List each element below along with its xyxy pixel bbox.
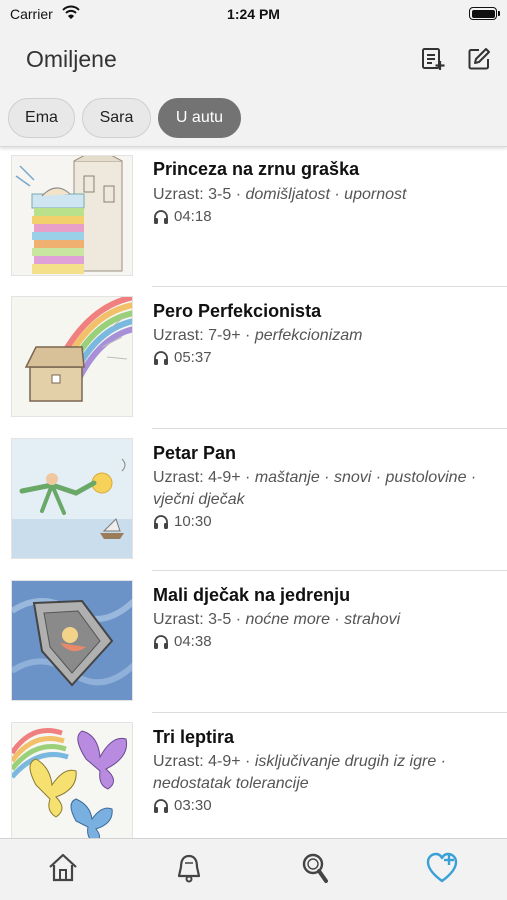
heart-icon[interactable] <box>425 851 459 885</box>
story-meta: Uzrast: 4-9+ · maštanje · snovi · pustol… <box>153 469 477 508</box>
headphones-icon <box>154 210 168 224</box>
story-tags: domišljatost · upornost <box>245 186 407 203</box>
story-meta: Uzrast: 3-5 · noćne more · strahovi <box>153 611 401 628</box>
story-thumbnail <box>11 155 133 276</box>
story-age: Uzrast: 4-9+ <box>153 753 241 770</box>
headphones-icon <box>154 635 168 649</box>
story-thumbnail <box>11 438 133 559</box>
edit-button[interactable] <box>466 46 492 72</box>
story-duration: 10:30 <box>153 513 212 530</box>
story-thumbnail <box>11 296 133 417</box>
clock: 1:24 PM <box>227 6 280 22</box>
chip-sara[interactable]: Sara <box>82 98 151 138</box>
story-title: Princeza na zrnu graška <box>153 159 360 179</box>
story-meta: Uzrast: 4-9+ · isključivanje drugih iz i… <box>153 753 446 792</box>
story-title: Pero Perfekcionista <box>153 301 322 321</box>
story-item[interactable]: Pero Perfekcionista Uzrast: 7-9+ · perfe… <box>0 287 507 429</box>
tab-bar <box>0 838 507 900</box>
story-duration: 05:37 <box>153 349 212 366</box>
profile-chips: Ema Sara U autu <box>0 91 507 147</box>
story-thumbnail <box>11 722 133 838</box>
story-duration: 04:38 <box>153 633 212 650</box>
story-item[interactable]: Tri leptira Uzrast: 4-9+ · isključivanje… <box>0 713 507 838</box>
story-item[interactable]: Mali dječak na jedrenju Uzrast: 3-5 · no… <box>0 571 507 713</box>
story-age: Uzrast: 4-9+ <box>153 469 241 486</box>
bell-icon[interactable] <box>172 851 206 885</box>
story-age: Uzrast: 7-9+ <box>153 327 241 344</box>
story-item[interactable]: Princeza na zrnu graška Uzrast: 3-5 · do… <box>0 148 507 287</box>
story-item[interactable]: Petar Pan Uzrast: 4-9+ · maštanje · snov… <box>0 429 507 571</box>
headphones-icon <box>154 799 168 813</box>
story-tags: noćne more · strahovi <box>245 611 401 628</box>
story-duration: 03:30 <box>153 797 212 814</box>
search-icon[interactable] <box>298 851 332 885</box>
story-duration-text: 03:30 <box>174 797 212 814</box>
story-meta: Uzrast: 7-9+ · perfekcionizam <box>153 327 363 344</box>
app-header: Omiljene <box>0 28 507 91</box>
headphones-icon <box>154 351 168 365</box>
battery-icon <box>469 7 500 20</box>
story-age: Uzrast: 3-5 <box>153 186 232 203</box>
headphones-icon <box>154 515 168 529</box>
story-title: Tri leptira <box>153 727 235 747</box>
story-duration-text: 04:38 <box>174 633 212 650</box>
story-title: Petar Pan <box>153 443 237 463</box>
story-title: Mali dječak na jedrenju <box>153 585 351 605</box>
chip-u-autu[interactable]: U autu <box>158 98 241 138</box>
story-meta: Uzrast: 3-5 · domišljatost · upornost <box>153 186 407 203</box>
story-duration-text: 05:37 <box>174 349 212 366</box>
story-duration-text: 10:30 <box>174 513 212 530</box>
page-title: Omiljene <box>26 46 117 72</box>
story-tags: perfekcionizam <box>254 327 363 344</box>
story-thumbnail <box>11 580 133 701</box>
chip-ema[interactable]: Ema <box>8 98 75 138</box>
status-bar: Carrier 1:24 PM <box>0 0 507 28</box>
story-age: Uzrast: 3-5 <box>153 611 232 628</box>
playlist-add-button[interactable] <box>420 46 446 72</box>
story-duration: 04:18 <box>153 208 212 225</box>
story-list: Princeza na zrnu graška Uzrast: 3-5 · do… <box>0 148 507 838</box>
story-duration-text: 04:18 <box>174 208 212 225</box>
home-icon[interactable] <box>46 851 80 885</box>
